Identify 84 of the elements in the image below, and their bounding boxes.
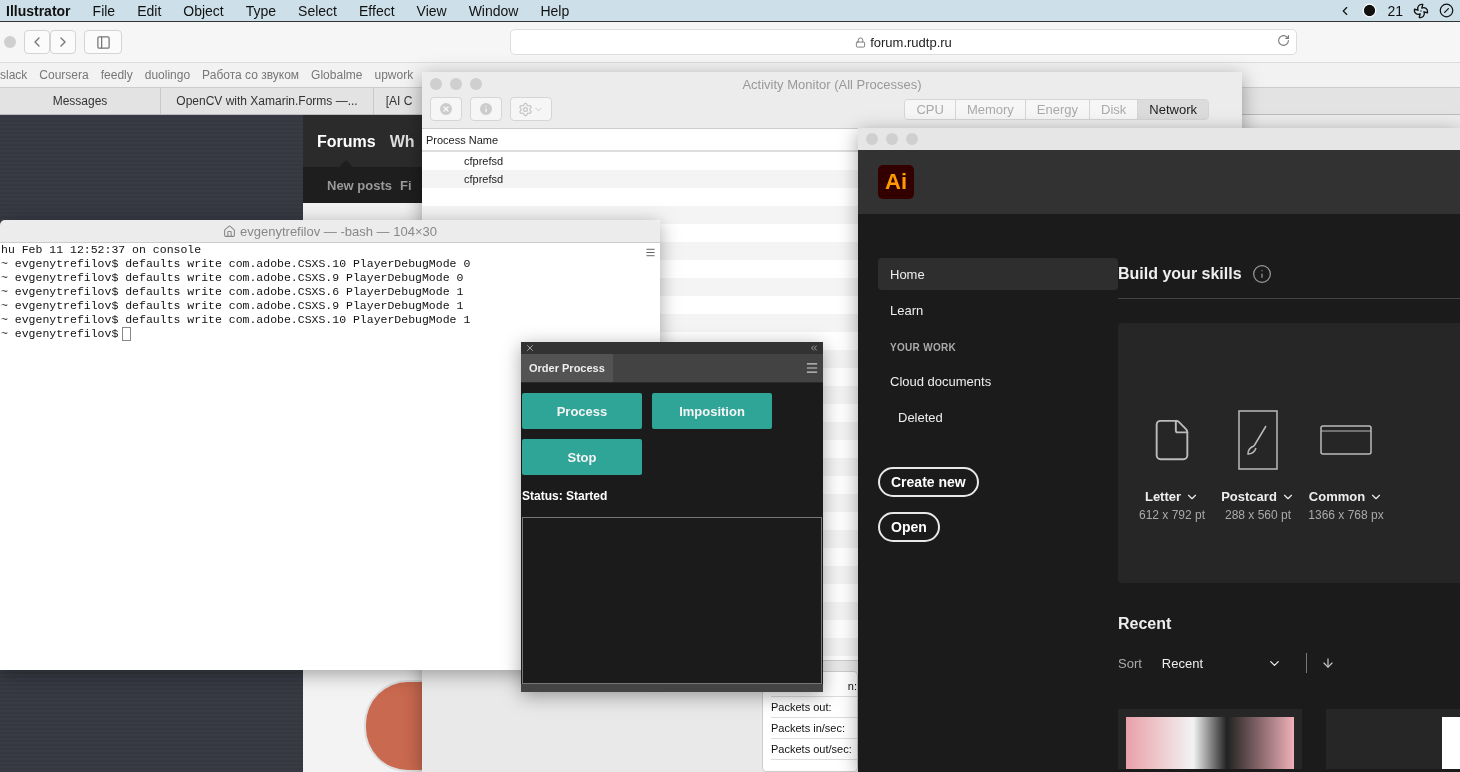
home-icon [223,224,237,238]
tab[interactable]: Network [1138,99,1208,119]
terminal-line: ~ evgenytrefilov$ defaults write com.adobe.CSXS.10 PlayerDebugMode 1 [1,313,471,327]
stat-label: Packets in/sec: [771,718,857,739]
action-button[interactable]: Open [878,512,940,542]
forum-subnav-link[interactable]: Fi [400,177,412,193]
forum-nav-link[interactable]: Forums [317,133,376,167]
stat-label: Packets out: [771,697,857,718]
menu-item[interactable]: Effect [359,2,395,19]
text-cursor [122,327,132,341]
nav-item[interactable]: Learn [878,294,1118,326]
action-button[interactable]: Create new [878,467,979,497]
browser-tab[interactable]: Messages [0,88,161,114]
scroll-button[interactable] [645,247,656,258]
forum-nav-link[interactable]: Wh [389,133,415,167]
sort-dropdown[interactable]: Recent [1161,655,1282,671]
bookmark-link[interactable]: duolingo [144,68,191,82]
terminal-line: ~ evgenytrefilov$ defaults write com.adobe.CSXS.6 PlayerDebugMode 1 [1,285,464,299]
window-title: Activity Monitor (All Processes) [741,77,923,92]
close-icon[interactable] [525,343,535,353]
x-circle-icon [438,101,454,117]
resize-handle[interactable] [521,684,823,692]
menu-item[interactable]: Type [245,2,277,19]
preset-dropdown[interactable]: Letter [1144,489,1200,504]
menu-item[interactable]: Select [298,2,337,19]
terminal-line: ~ evgenytrefilov$ defaults write com.adobe.CSXS.9 PlayerDebugMode 1 [1,299,464,313]
menu-item[interactable]: File [92,2,116,19]
bookmark-link[interactable]: Globalme [311,68,363,82]
preset-size: 1366 x 768 px [1308,508,1384,522]
forum-subnav-link[interactable]: New posts [327,177,392,193]
bookmark-link[interactable]: feedly [100,68,133,82]
circle-icon[interactable] [1439,3,1454,18]
fan-icon[interactable] [1413,2,1429,19]
settings-icon [518,101,533,117]
panel-tab[interactable]: Order Process [521,354,613,382]
nav-item[interactable]: Cloud documents [878,365,1118,397]
collapse-icon[interactable] [809,343,819,353]
menu-item[interactable]: Object [183,2,224,19]
back-button[interactable] [24,30,50,54]
status-text: 21 [1387,2,1403,19]
nav-item[interactable]: Deleted [878,401,1118,433]
preset-size: 288 x 560 pt [1224,508,1292,522]
preset-size: 612 x 792 pt [1138,508,1206,522]
terminal-line: ~ evgenytrefilov$ defaults write com.adobe.CSXS.10 PlayerDebugMode 0 [1,257,471,271]
browser-tab[interactable]: OpenCV with Xamarin.Forms —... [161,88,374,114]
bookmark-link[interactable]: slack [0,68,28,82]
sort-label: Sort [1118,655,1142,671]
forward-button[interactable] [50,30,76,54]
stat-label: Packets out/sec: [771,739,857,760]
app-menu[interactable]: Illustrator [6,2,71,19]
bookmark-link[interactable]: upwork [374,68,414,82]
thumbnail-card[interactable] [1326,709,1460,769]
section-heading: YOUR WORK [889,341,958,355]
section-title: Build your skills [1118,265,1242,283]
reload-icon[interactable] [1277,34,1290,47]
bookmark-link[interactable]: Coursera [39,68,89,82]
status-text: Status: Started [522,489,609,503]
section-title: Recent [1118,615,1173,633]
info-icon[interactable] [1251,264,1272,284]
lock-icon [855,36,867,48]
thumbnail-card[interactable] [1118,709,1302,769]
settings-button[interactable] [510,97,552,121]
terminal-line: ~ evgenytrefilov$ defaults write com.adobe.CSXS.9 PlayerDebugMode 0 [1,271,464,285]
sidebar-icon [95,34,111,50]
preset-dropdown[interactable]: Common [1308,489,1384,504]
preset-dropdown[interactable]: Postcard [1221,489,1295,504]
stop-process-button[interactable] [430,97,462,121]
info-button[interactable] [470,97,502,121]
app-logo: Ai [878,165,914,199]
menu-item[interactable]: Help [540,2,570,19]
window-title: evgenytrefilov — -bash — 104×30 [240,223,437,239]
menu-item[interactable]: Window [468,2,519,19]
brush-card-icon [1238,410,1278,470]
bookmark-link[interactable]: Работа со звуком [202,68,300,82]
menu-item[interactable]: View [416,2,447,19]
sidebar-button[interactable] [84,30,122,54]
menu-item[interactable]: Edit [137,2,162,19]
browser-window-icon [1320,425,1372,455]
address-field[interactable]: forum.rudtp.ru [510,29,1297,55]
menu-icon[interactable] [805,361,819,375]
terminal-line: hu Feb 11 12:52:37 on console [1,243,202,257]
nav-item[interactable]: Home [878,258,1118,290]
info-icon [478,101,494,117]
terminal-line: ~ evgenytrefilov$ [1,327,119,341]
